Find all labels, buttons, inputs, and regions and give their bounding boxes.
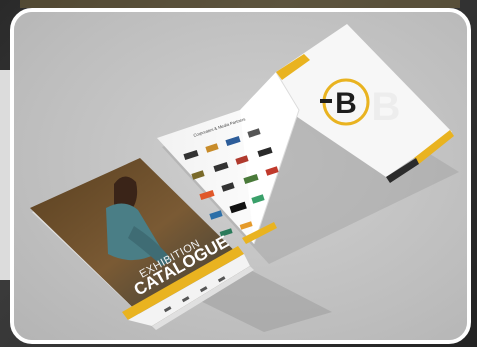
logo-letter: B <box>335 87 357 120</box>
logo-watermark: B <box>372 85 401 129</box>
sponsor-logo <box>209 210 223 220</box>
photo-stage: B B Corporates & Media Partners EXHIBITI… <box>14 12 467 340</box>
image-frame: B B Corporates & Media Partners EXHIBITI… <box>10 8 471 344</box>
background-strip <box>20 0 460 8</box>
catalogue-illustration: B B Corporates & Media Partners EXHIBITI… <box>30 24 459 332</box>
